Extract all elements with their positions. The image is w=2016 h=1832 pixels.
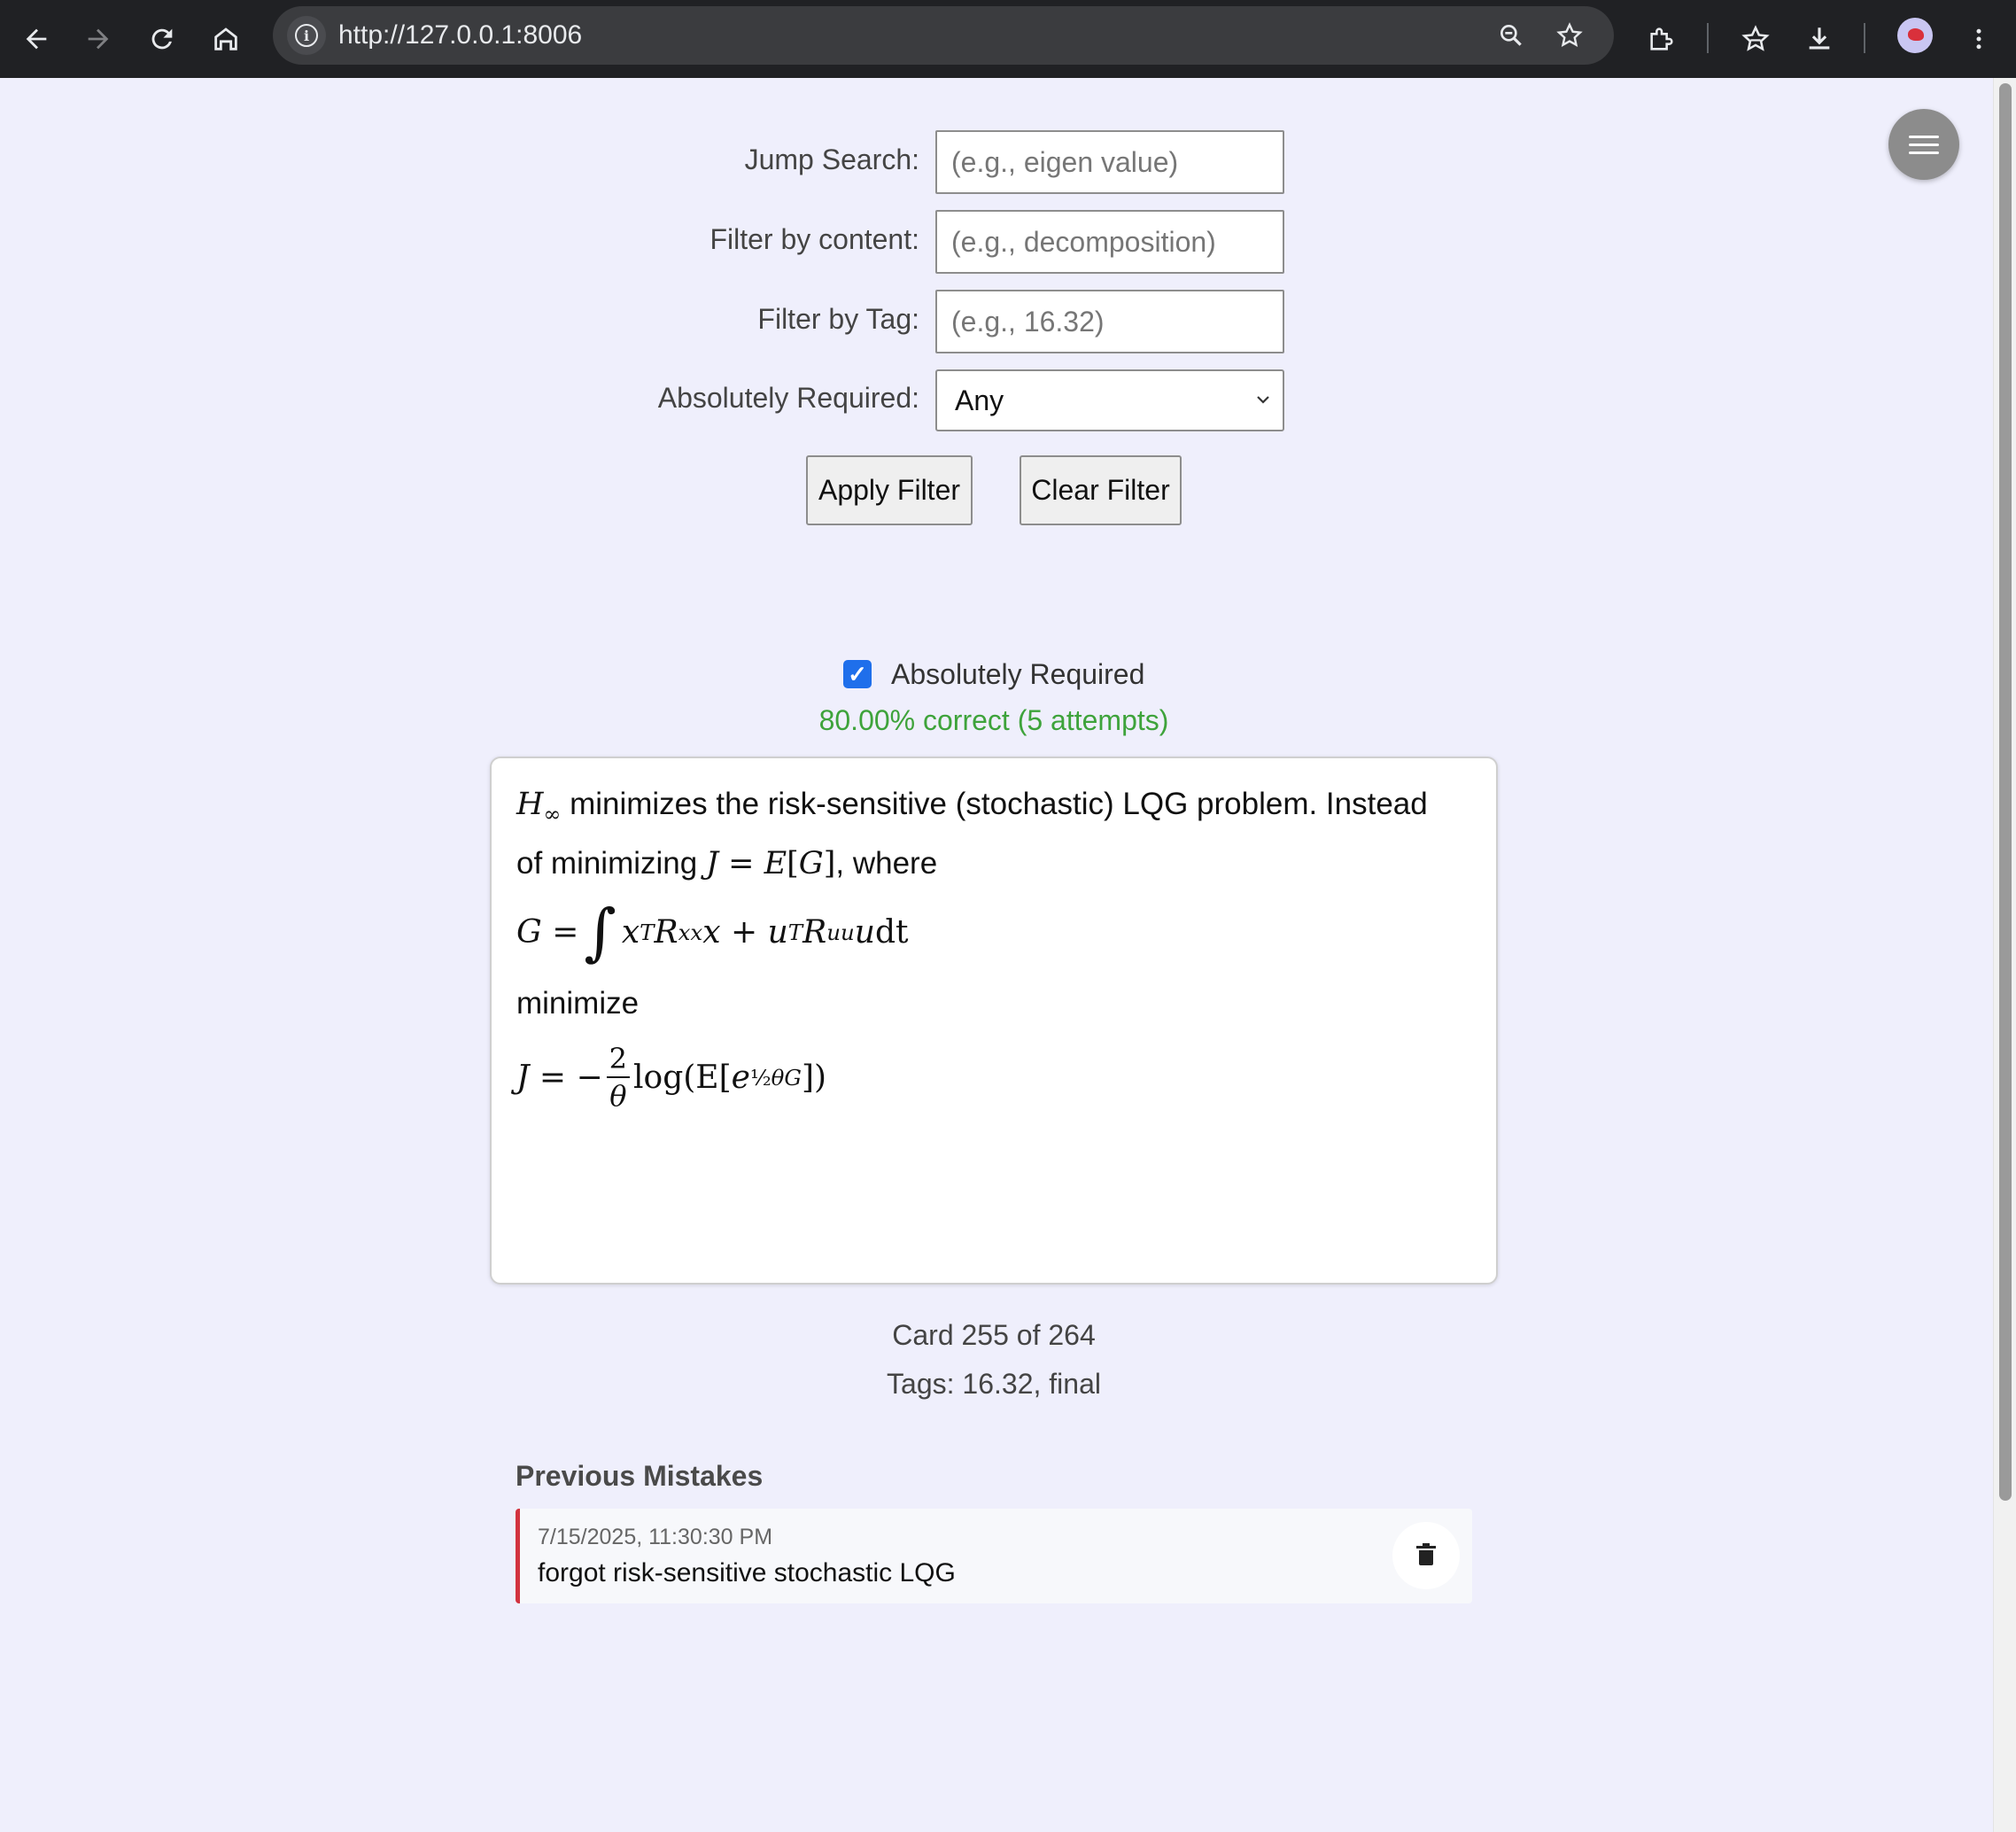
required-filter-label: Absolutely Required:	[657, 382, 919, 414]
profile-avatar[interactable]	[1897, 18, 1933, 53]
scrollbar-thumb[interactable]	[1999, 83, 2012, 1501]
flashcard[interactable]: H∞ minimizes the risk-sensitive (stochas…	[490, 757, 1498, 1285]
card-tags: Tags: 16.32, final	[887, 1368, 1101, 1400]
address-bar[interactable]: i http://127.0.0.1:8006	[273, 6, 1614, 65]
reload-icon[interactable]	[136, 12, 189, 66]
chevron-down-icon	[1254, 371, 1272, 453]
content-filter-input[interactable]	[935, 210, 1284, 274]
trash-icon	[1416, 1543, 1436, 1565]
forward-icon[interactable]	[72, 12, 125, 66]
content-filter-label: Filter by content:	[709, 223, 919, 255]
zoom-icon[interactable]	[1492, 16, 1531, 55]
tag-filter-label: Filter by Tag:	[757, 303, 919, 335]
required-select-value: Any	[955, 384, 1004, 416]
card-counter: Card 255 of 264	[892, 1319, 1096, 1351]
mistake-item: 7/15/2025, 11:30:30 PM forgot risk-sensi…	[516, 1509, 1472, 1603]
info-icon[interactable]: i	[287, 16, 326, 55]
required-filter-select[interactable]: Any	[935, 369, 1284, 431]
bookmarks-icon[interactable]	[1729, 12, 1782, 66]
delete-mistake-button[interactable]	[1392, 1522, 1460, 1589]
download-icon[interactable]	[1793, 12, 1846, 66]
toolbar-divider	[1864, 23, 1865, 53]
mistake-text: forgot risk-sensitive stochastic LQG	[538, 1558, 956, 1587]
toolbar-divider	[1707, 23, 1709, 53]
j-equals-eg-math: J = E[G]	[705, 846, 836, 881]
mistake-date: 7/15/2025, 11:30:30 PM	[538, 1525, 773, 1549]
clear-filter-button[interactable]: Clear Filter	[1020, 455, 1182, 525]
risk-sensitive-cost-equation: J = −2 θ log(E[e ½θG])	[516, 1042, 827, 1113]
score-text: 80.00% correct (5 attempts)	[818, 704, 1169, 736]
hamburger-icon	[1909, 135, 1939, 138]
required-toggle-row: ✓ Absolutely Required	[843, 654, 1144, 695]
page-scrollbar[interactable]	[1993, 78, 2016, 1832]
required-checkbox[interactable]: ✓	[843, 660, 872, 688]
card-text-line-2: of minimizing J = E[G], where	[516, 846, 938, 881]
hamburger-menu-button[interactable]	[1888, 109, 1959, 180]
apply-filter-button[interactable]: Apply Filter	[806, 455, 973, 525]
browser-toolbar: i http://127.0.0.1:8006	[0, 0, 2016, 78]
extensions-icon[interactable]	[1635, 12, 1688, 66]
minimize-text: minimize	[516, 986, 640, 1021]
required-checkbox-label: Absolutely Required	[891, 657, 1145, 690]
home-icon[interactable]	[199, 12, 252, 66]
cost-integral-equation: G = ∫ x T Rxx x + u T Ruu u dt	[516, 896, 909, 968]
card-text-line-1: H∞ minimizes the risk-sensitive (stochas…	[516, 787, 1428, 827]
tag-filter-input[interactable]	[935, 290, 1284, 353]
jump-search-input[interactable]	[935, 130, 1284, 194]
h-infinity-math: H∞	[516, 787, 562, 827]
jump-search-label: Jump Search:	[744, 144, 919, 175]
back-icon[interactable]	[10, 12, 63, 66]
previous-mistakes-title: Previous Mistakes	[516, 1460, 764, 1492]
url-text[interactable]: http://127.0.0.1:8006	[338, 6, 582, 65]
bookmark-star-icon[interactable]	[1550, 16, 1589, 55]
kebab-menu-icon[interactable]	[1952, 12, 2005, 66]
